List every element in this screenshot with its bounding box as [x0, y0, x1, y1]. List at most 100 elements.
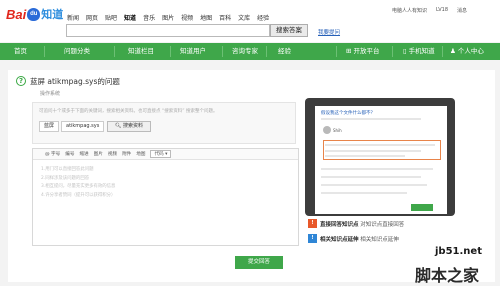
nav-divider [170, 46, 171, 57]
logo-bai: Bai [6, 6, 27, 22]
ask-question-link[interactable]: 我要提问 [318, 28, 340, 36]
placeholder-line: 4.许分享者赞同（提升可以获得积分） [41, 192, 116, 198]
main-nav: 首页 问题分类 知道栏目 知道用户 咨询专家 经验 ⊞ 开放平台 ▯ 手机知道 … [0, 43, 500, 60]
feature-tag-icon: ! [308, 219, 317, 228]
promo-question: 假设我这个文件什么都不？ [321, 111, 375, 116]
nav-columns[interactable]: 知道栏目 [128, 43, 154, 60]
feature-tag-icon: ! [308, 234, 317, 243]
submit-answer-button[interactable]: 提交回答 [235, 256, 283, 269]
nav-open-platform-label: 开放平台 [353, 47, 380, 55]
feature-direct-answer-desc: 对知识点直接回答 [358, 222, 405, 228]
question-title: 蓝屏 atikmpag.sys的问题 [30, 77, 120, 86]
promo-line [321, 118, 421, 120]
topnav-item[interactable]: 图片 [162, 13, 174, 22]
code-select-label: 代码 [154, 152, 164, 157]
image-tool[interactable]: 图片 [94, 151, 103, 157]
feature-promo: 假设我这个文件什么都不？ Shih ! 直接回答知识点 对知识点直接回答 ! 相… [305, 98, 491, 250]
feature-direct-answer: 直接回答知识点 对知识点直接回答 [320, 220, 404, 228]
list-tool[interactable]: 编号 [65, 151, 74, 157]
topnav-item[interactable]: 经验 [257, 13, 269, 22]
promo-line [325, 155, 405, 157]
search-resources-button[interactable]: 🔍︎ 搜索资料 [107, 121, 151, 132]
nav-divider [336, 46, 337, 57]
keyword-hint: 可追问十个或多于下面的关键词，搜索相关资料。也可直接点 “搜索资料” 搜索整个问… [39, 109, 218, 114]
nav-divider [392, 46, 393, 57]
feature-related-title: 相关知识点延伸 [320, 237, 359, 243]
topnav-item[interactable]: 新闻 [67, 13, 79, 22]
promo-line [325, 150, 421, 152]
nav-divider [266, 46, 267, 57]
keyword-chip[interactable]: atikmpag.sys [61, 121, 105, 132]
device-frame: 假设我这个文件什么都不？ Shih [305, 98, 455, 216]
video-tool[interactable]: 视频 [108, 151, 117, 157]
watermark-site: jb51.net [435, 246, 482, 257]
search-icon: 🔍︎ [115, 123, 123, 129]
placeholder-line: 3.相互提问，尽量充实更多有效的信息 [41, 184, 116, 189]
notice-link[interactable]: 消息 [457, 7, 467, 14]
promo-line [321, 192, 407, 194]
topnav-item[interactable]: 文库 [238, 13, 250, 22]
nav-users[interactable]: 知道用户 [180, 43, 206, 60]
username[interactable]: 电脑人人有知识 [392, 7, 427, 14]
topnav-item[interactable]: 视频 [181, 13, 193, 22]
indent-tool[interactable]: 缩进 [79, 151, 88, 157]
avatar [323, 126, 331, 134]
feature-direct-answer-title: 直接回答知识点 [320, 222, 359, 228]
nav-mobile[interactable]: ▯ 手机知道 [403, 43, 435, 60]
promo-username: Shih [333, 128, 342, 133]
nav-divider [222, 46, 223, 57]
nav-divider [442, 46, 443, 57]
logo-zhidao: 知道 [41, 9, 64, 21]
nav-mobile-label: 手机知道 [408, 47, 435, 55]
font-size-tool[interactable]: @ 字号 [45, 151, 60, 157]
user-bar: 电脑人人有知识 LV18 消息 [392, 7, 467, 14]
question-category[interactable]: 操作系统 [40, 90, 60, 97]
nav-categories[interactable]: 问题分类 [64, 43, 90, 60]
topnav-item-current[interactable]: 知道 [124, 13, 136, 22]
nav-divider [44, 46, 45, 57]
feature-related-desc: 相关知识点延伸 [358, 237, 399, 243]
keyword-chip[interactable]: 蓝屏 [39, 121, 60, 132]
editor-placeholder: 1.用门可以直接回答此问题 2.同样涉及该问题的回答 3.相互提问，尽量充实更多… [41, 166, 115, 200]
keyword-search-box: 可追问十个或多于下面的关键词，搜索相关资料。也可直接点 “搜索资料” 搜索整个问… [32, 102, 296, 144]
chevron-down-icon: ▾ [165, 152, 168, 157]
search-resources-label: 搜索资料 [122, 123, 143, 129]
top-nav: 新闻 网页 贴吧 知道 音乐 图片 视频 地图 百科 文库 经验 [67, 13, 269, 22]
map-tool[interactable]: 地图 [136, 151, 145, 157]
promo-line [321, 184, 427, 186]
promo-line [321, 176, 421, 178]
search-answers-button[interactable]: 搜索答案 [270, 24, 308, 37]
topnav-item[interactable]: 贴吧 [105, 13, 117, 22]
nav-experts[interactable]: 咨询专家 [232, 43, 258, 60]
device-screen: 假设我这个文件什么都不？ Shih [315, 106, 447, 214]
grid-icon: ⊞ [346, 47, 354, 55]
answer-panel: ? 蓝屏 atikmpag.sys的问题 操作系统 可追问十个或多于下面的关键词… [8, 70, 495, 282]
nav-experience[interactable]: 经验 [278, 43, 291, 60]
topnav-item[interactable]: 地图 [200, 13, 212, 22]
question-icon: ? [16, 76, 26, 86]
placeholder-line: 2.同样涉及该问题的回答 [41, 175, 90, 181]
topnav-item[interactable]: 音乐 [143, 13, 155, 22]
placeholder-line: 1.用门可以直接回答此问题 [41, 167, 94, 172]
topnav-item[interactable]: 网页 [86, 13, 98, 22]
editor-toolbar: @ 字号 编号 缩进 图片 视频 附件 地图 代码 ▾ [33, 149, 298, 160]
feature-related-knowledge: 相关知识点延伸 相关知识点延伸 [320, 235, 399, 243]
nav-personal-center-label: 个人中心 [457, 47, 484, 55]
nav-open-platform[interactable]: ⊞ 开放平台 [346, 43, 380, 60]
code-select[interactable]: 代码 ▾ [150, 150, 172, 158]
topnav-item[interactable]: 百科 [219, 13, 231, 22]
nav-personal-center[interactable]: ♟ 个人中心 [450, 43, 484, 60]
watermark-name: 脚本之家 [415, 266, 480, 285]
search-input[interactable] [66, 24, 270, 37]
nav-divider [114, 46, 115, 57]
level-badge[interactable]: LV18 [436, 7, 448, 14]
baidu-zhidao-logo[interactable]: Bai du 知道 [6, 5, 63, 23]
user-icon: ♟ [450, 47, 458, 55]
attachment-tool[interactable]: 附件 [122, 151, 131, 157]
nav-home[interactable]: 首页 [14, 43, 27, 60]
promo-line [321, 168, 433, 170]
promo-line [325, 144, 435, 146]
promo-button [411, 204, 433, 211]
paw-icon: du [27, 7, 41, 21]
answer-editor[interactable]: @ 字号 编号 缩进 图片 视频 附件 地图 代码 ▾ 1.用门可以直接回答此问… [32, 148, 299, 246]
